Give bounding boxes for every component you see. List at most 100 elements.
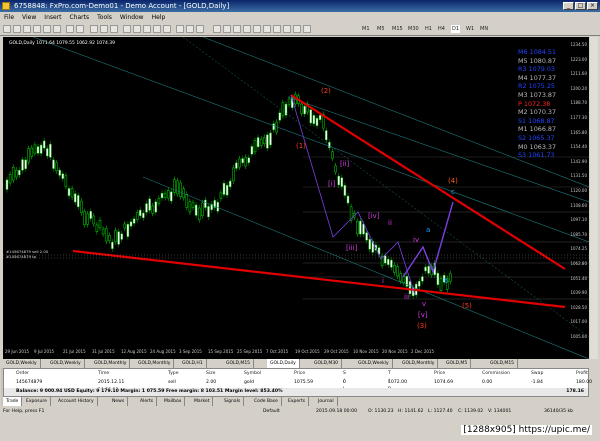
terminal-tab[interactable]: Journal: [315, 397, 338, 406]
autoscroll-icon[interactable]: [153, 25, 161, 33]
chart-tab[interactable]: GOLD,Monthly: [91, 359, 131, 368]
new-chart-icon[interactable]: [3, 25, 11, 33]
pivot-label: R2: [518, 82, 527, 91]
minimize-button[interactable]: _: [563, 2, 574, 10]
chart-tab[interactable]: GOLD,Weekly: [3, 359, 41, 368]
menu-charts[interactable]: Charts: [66, 12, 94, 23]
maximize-button[interactable]: □: [575, 2, 586, 10]
chart-tab[interactable]: GOLD,M15: [487, 359, 519, 368]
candle-chart-icon[interactable]: [100, 25, 108, 33]
candle-body: [439, 278, 443, 291]
templates-icon[interactable]: [196, 25, 204, 33]
chart-tab[interactable]: GOLD,Daily: [267, 359, 300, 368]
menu-tools[interactable]: Tools: [93, 12, 116, 23]
tile-icon[interactable]: [143, 25, 151, 33]
navigator-icon[interactable]: [43, 25, 51, 33]
candle-body: [36, 146, 40, 154]
chart-scrollbar[interactable]: [590, 37, 598, 359]
chart-tab[interactable]: GOLD,H1: [179, 359, 207, 368]
chart-shift-icon[interactable]: [163, 25, 171, 33]
terminal-tab[interactable]: Exposure: [23, 397, 51, 406]
candle-body: [176, 180, 179, 195]
terminal-tab[interactable]: News: [109, 397, 129, 406]
terminal-tab[interactable]: Trade: [3, 397, 23, 406]
vertical-line-icon[interactable]: [233, 25, 241, 33]
candle-body: [309, 109, 313, 124]
terminal-tab[interactable]: Mailbox: [161, 397, 186, 406]
time-tick: 2 Dec 2015: [411, 349, 435, 354]
new-order-icon[interactable]: [66, 25, 74, 33]
close-button[interactable]: ×: [587, 2, 598, 10]
data-window-icon[interactable]: [33, 25, 41, 33]
fibonacci-icon[interactable]: [273, 25, 281, 33]
timeframe-m15[interactable]: M15: [392, 25, 403, 33]
zoom-out-icon[interactable]: [133, 25, 141, 33]
chart-tab[interactable]: GOLD,M30: [311, 359, 343, 368]
menu-window[interactable]: Window: [116, 12, 148, 23]
candle-body: [204, 199, 207, 208]
status-profile: Default: [263, 409, 280, 414]
timeframe-h1[interactable]: H1: [425, 25, 432, 33]
menu-view[interactable]: View: [18, 12, 40, 23]
terminal-tab[interactable]: Account History: [55, 397, 98, 406]
autotrading-icon[interactable]: [76, 25, 84, 33]
text-label-icon[interactable]: [293, 25, 301, 33]
arrows-icon[interactable]: [303, 25, 311, 33]
chart-tab[interactable]: GOLD,M15: [223, 359, 255, 368]
crosshair-icon[interactable]: [223, 25, 231, 33]
timeframe-h4[interactable]: H4: [438, 25, 445, 33]
wave-label-biv: [iv]: [368, 212, 380, 220]
menu-insert[interactable]: Insert: [40, 12, 65, 23]
profiles-icon[interactable]: [13, 25, 21, 33]
horizontal-line-icon[interactable]: [243, 25, 251, 33]
timeframe-mn[interactable]: MN: [480, 25, 488, 33]
timeframe-m30[interactable]: M30: [408, 25, 419, 33]
menu-help[interactable]: Help: [148, 12, 170, 23]
terminal-tab[interactable]: Market: [191, 397, 214, 406]
column-header[interactable]: Type: [168, 370, 179, 378]
menu-file[interactable]: File: [0, 12, 18, 23]
time-tick: 15 Sep 2015: [208, 349, 234, 354]
channel-icon[interactable]: [263, 25, 271, 33]
bar-chart-icon[interactable]: [90, 25, 98, 33]
price-tick: 1005.60: [570, 334, 587, 339]
status-volume: V: 134001: [488, 409, 512, 414]
column-header[interactable]: Symbol: [244, 370, 261, 378]
timeframe-m1[interactable]: M1: [362, 25, 370, 33]
pivot-value: 1073.87: [529, 90, 557, 99]
column-header[interactable]: Swap: [531, 370, 543, 378]
chart-tab[interactable]: GOLD,Monthly: [135, 359, 175, 368]
chart-tab[interactable]: GOLD,Monthly: [399, 359, 439, 368]
timeframe-w1[interactable]: W1: [466, 25, 474, 33]
periods-icon[interactable]: [186, 25, 194, 33]
zoom-in-icon[interactable]: [123, 25, 131, 33]
cursor-icon[interactable]: [213, 25, 221, 33]
column-header[interactable]: Time: [98, 370, 109, 378]
chart-tab[interactable]: GOLD,Weekly: [355, 359, 393, 368]
timeframe-m5[interactable]: M5: [377, 25, 385, 33]
chart-tab[interactable]: GOLD,Weekly: [47, 359, 85, 368]
trendline-icon[interactable]: [253, 25, 261, 33]
column-header[interactable]: Price: [434, 370, 445, 378]
market-watch-icon[interactable]: [23, 25, 31, 33]
terminal-tab[interactable]: Signals: [221, 397, 245, 406]
column-header[interactable]: Commission: [482, 370, 510, 378]
candle-body: [325, 130, 328, 141]
column-header[interactable]: Order: [16, 370, 29, 378]
terminal-tab[interactable]: Experts: [285, 397, 310, 406]
candle-body: [11, 167, 15, 181]
text-icon[interactable]: [283, 25, 291, 33]
terminal-tab[interactable]: Alerts: [137, 397, 158, 406]
terminal-icon[interactable]: [53, 25, 61, 33]
column-header[interactable]: Size: [206, 370, 215, 378]
column-header[interactable]: Profit: [576, 370, 588, 378]
terminal-tab[interactable]: Code Base: [251, 397, 282, 406]
indicators-icon[interactable]: [176, 25, 184, 33]
candle-body: [191, 202, 195, 208]
column-header[interactable]: Price: [294, 370, 305, 378]
chart-tab[interactable]: GOLD,M5: [443, 359, 472, 368]
price-chart[interactable]: [3, 37, 589, 359]
line-chart-icon[interactable]: [110, 25, 118, 33]
timeframe-d1[interactable]: D1: [451, 25, 461, 33]
time-tick: 29 Jun 2015: [5, 349, 30, 354]
